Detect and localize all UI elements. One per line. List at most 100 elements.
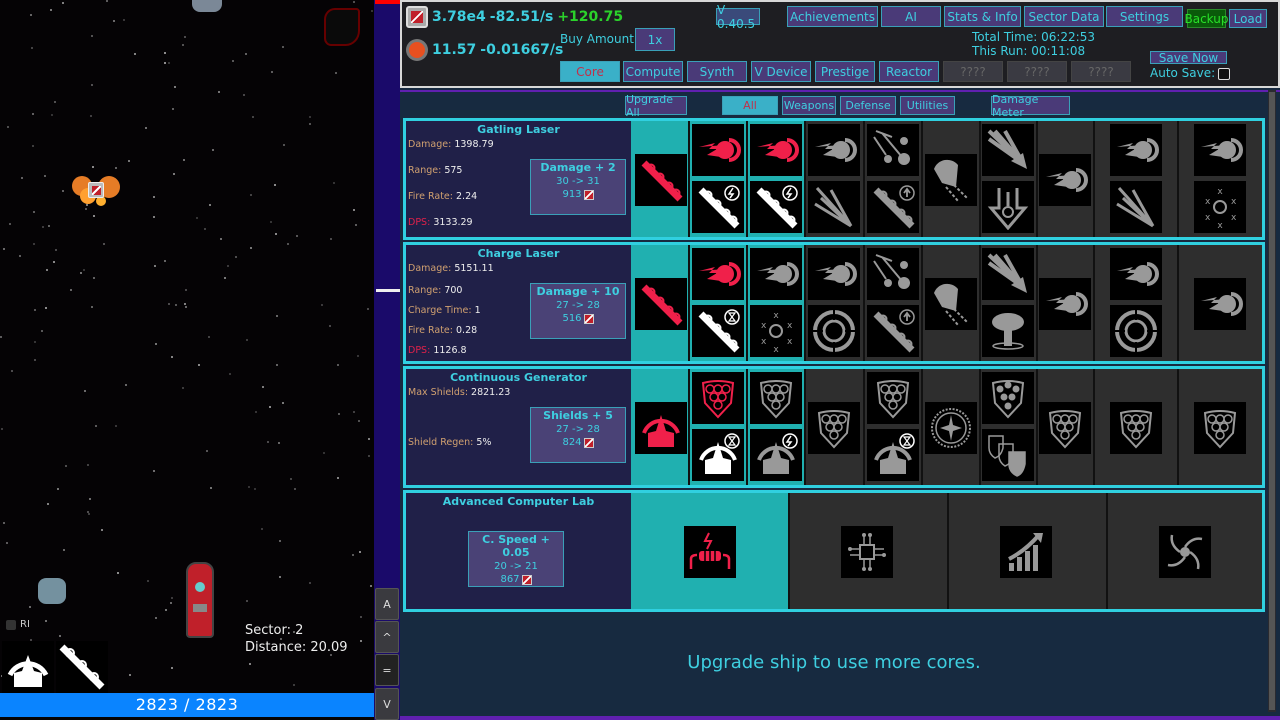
lock-on-icon[interactable] (1110, 305, 1162, 357)
ri-toggle[interactable]: RI (6, 619, 30, 630)
hex-shield-icon[interactable] (750, 372, 802, 424)
side-button-down[interactable]: V (375, 688, 399, 720)
vortex-icon[interactable] (1159, 526, 1211, 578)
auto-save-checkbox[interactable] (1218, 67, 1231, 80)
upgrade-button[interactable]: Shields + 5 27 -> 28 824 (530, 407, 626, 463)
ai-button[interactable]: AI (881, 6, 941, 27)
filter-defense[interactable]: Defense (840, 96, 896, 115)
star (34, 308, 37, 311)
hex-shield-icon[interactable] (692, 372, 744, 424)
layered-shield-icon[interactable] (982, 429, 1034, 481)
upgrade-all-button[interactable]: Upgrade All (625, 93, 687, 119)
upgrade-cost: 913 (531, 189, 625, 200)
game-viewport[interactable]: RI Sector: 2 Distance: 20.09 2823 / 2823 (0, 0, 374, 720)
side-button-a[interactable]: A (375, 588, 399, 620)
plasma-shot-icon[interactable] (1039, 278, 1091, 330)
svg-text:x: x (787, 337, 793, 347)
star (281, 46, 284, 48)
upgrade-button[interactable]: C. Speed + 0.05 20 -> 21 867 (468, 531, 564, 587)
ship-gear-icon[interactable] (925, 402, 977, 454)
power-core-icon[interactable] (684, 526, 736, 578)
tab-reactor[interactable]: Reactor (879, 61, 939, 82)
damage-meter-button[interactable]: Damage Meter (991, 93, 1070, 119)
tab-prestige[interactable]: Prestige (815, 61, 875, 82)
hex-shield-icon[interactable] (808, 402, 860, 454)
save-now-button[interactable]: Save Now (1150, 51, 1227, 65)
orbital-strike-icon[interactable] (982, 181, 1034, 233)
upgrade-button[interactable]: Damage + 2 30 -> 31 913 (530, 159, 626, 215)
gatling-laser-core-icon[interactable] (635, 154, 687, 206)
auto-save-toggle[interactable]: Auto Save: (1150, 66, 1231, 80)
hex-shield-icon[interactable] (867, 372, 919, 424)
gatling-upgrade-icon[interactable] (867, 181, 919, 233)
scrap-rate: -82.51/s (489, 9, 554, 25)
spread-shot-icon[interactable] (808, 181, 860, 233)
side-button-equal[interactable]: = (375, 654, 399, 686)
meteor-shot-icon[interactable] (867, 124, 919, 176)
shield-regen-delay-icon[interactable] (867, 429, 919, 481)
stats-info-button[interactable]: Stats & Info (944, 6, 1021, 27)
load-button[interactable]: Load (1229, 9, 1267, 28)
drone-swarm-icon[interactable] (925, 154, 977, 206)
processor-icon[interactable] (841, 526, 893, 578)
plasma-shot-icon[interactable] (692, 248, 744, 300)
star (32, 145, 35, 148)
filter-utilities[interactable]: Utilities (900, 96, 955, 115)
upgrade-button[interactable]: Damage + 10 27 -> 28 516 (530, 283, 626, 339)
star (50, 113, 53, 116)
plasma-shot-icon[interactable] (692, 124, 744, 176)
charge-upgrade-icon[interactable] (867, 305, 919, 357)
tab-compute[interactable]: Compute (623, 61, 683, 82)
lock-on-icon[interactable] (808, 305, 860, 357)
charge-laser-core-icon[interactable] (635, 278, 687, 330)
plasma-shot-icon[interactable] (808, 124, 860, 176)
plasma-shot-icon[interactable] (808, 248, 860, 300)
filter-all[interactable]: All (722, 96, 778, 115)
star (133, 53, 136, 56)
tab-core[interactable]: Core (560, 61, 620, 82)
plasma-shot-icon[interactable] (1194, 124, 1246, 176)
buy-amount-button[interactable]: 1x (635, 28, 675, 51)
hex-shield-icon[interactable] (1110, 402, 1162, 454)
plasma-shot-icon[interactable] (1110, 124, 1162, 176)
plasma-shot-icon[interactable] (750, 124, 802, 176)
drone-icon (38, 578, 66, 604)
nuke-icon[interactable] (982, 305, 1034, 357)
scrollbar-thumb[interactable] (1269, 92, 1275, 710)
gatling-laser-equipped-icon[interactable] (56, 641, 108, 693)
ri-checkbox[interactable] (6, 619, 16, 630)
shield-generator-equipped-icon[interactable] (2, 641, 54, 693)
scatter-target-icon[interactable]: xxxxxx (750, 305, 802, 357)
tab-synth[interactable]: Synth (687, 61, 747, 82)
burst-shot-icon[interactable] (982, 248, 1034, 300)
backup-button[interactable]: Backup (1185, 9, 1229, 28)
shield-overcharge-icon[interactable] (750, 429, 802, 481)
plasma-shot-icon[interactable] (1039, 154, 1091, 206)
stat-value: 1398.79 (454, 139, 494, 150)
drone-swarm-icon[interactable] (925, 278, 977, 330)
burst-shot-icon[interactable] (982, 124, 1034, 176)
filter-weapons[interactable]: Weapons (782, 96, 836, 115)
sector-data-button[interactable]: Sector Data (1024, 6, 1104, 27)
plasma-shot-icon[interactable] (1194, 278, 1246, 330)
total-time: Total Time: 06:22:53 (972, 30, 1095, 44)
charge-laser-delay-icon[interactable] (692, 305, 744, 357)
continuous-generator-core-icon[interactable] (635, 402, 687, 454)
plasma-shot-icon[interactable] (750, 248, 802, 300)
hex-shield-icon[interactable] (1194, 402, 1246, 454)
achievements-button[interactable]: Achievements (787, 6, 878, 27)
reactive-shield-icon[interactable] (982, 372, 1034, 424)
star (255, 410, 258, 413)
hex-shield-icon[interactable] (1039, 402, 1091, 454)
scatter-target-icon[interactable]: xxxxxx (1194, 181, 1246, 233)
settings-button[interactable]: Settings (1106, 6, 1183, 27)
growth-chart-icon[interactable] (1000, 526, 1052, 578)
meteor-shot-icon[interactable] (867, 248, 919, 300)
gatling-overcharge-icon[interactable] (692, 181, 744, 233)
side-button-up[interactable]: ^ (375, 621, 399, 653)
gatling-overcharge-icon[interactable] (750, 181, 802, 233)
shield-regen-delay-icon[interactable] (692, 429, 744, 481)
plasma-shot-icon[interactable] (1110, 248, 1162, 300)
spread-shot-icon[interactable] (1110, 181, 1162, 233)
tab-v-device[interactable]: V Device (751, 61, 811, 82)
